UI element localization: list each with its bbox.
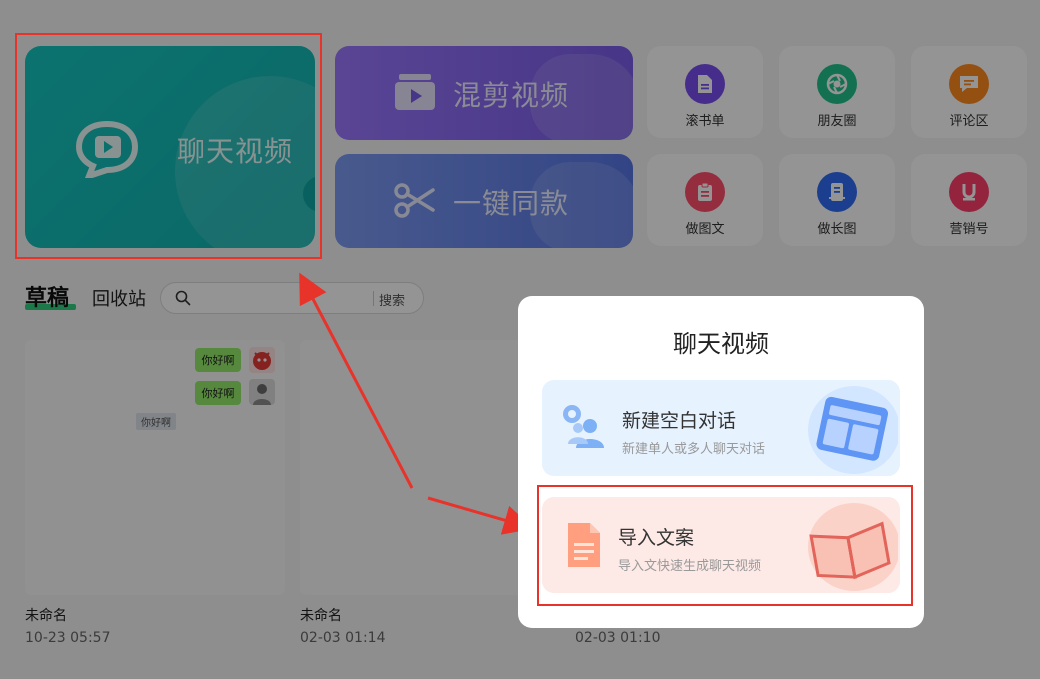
annotation-arrow bbox=[299, 272, 414, 489]
window-illustration-icon bbox=[808, 386, 898, 474]
annotation-box bbox=[537, 485, 913, 606]
annotation-arrow bbox=[427, 496, 534, 535]
option-title: 新建空白对话 bbox=[622, 410, 737, 432]
new-blank-chat-option[interactable]: 新建空白对话 新建单人或多人聊天对话 bbox=[542, 380, 900, 476]
people-icon bbox=[563, 405, 604, 448]
option-desc: 新建单人或多人聊天对话 bbox=[622, 442, 766, 457]
modal-title: 聊天视频 bbox=[673, 330, 769, 358]
